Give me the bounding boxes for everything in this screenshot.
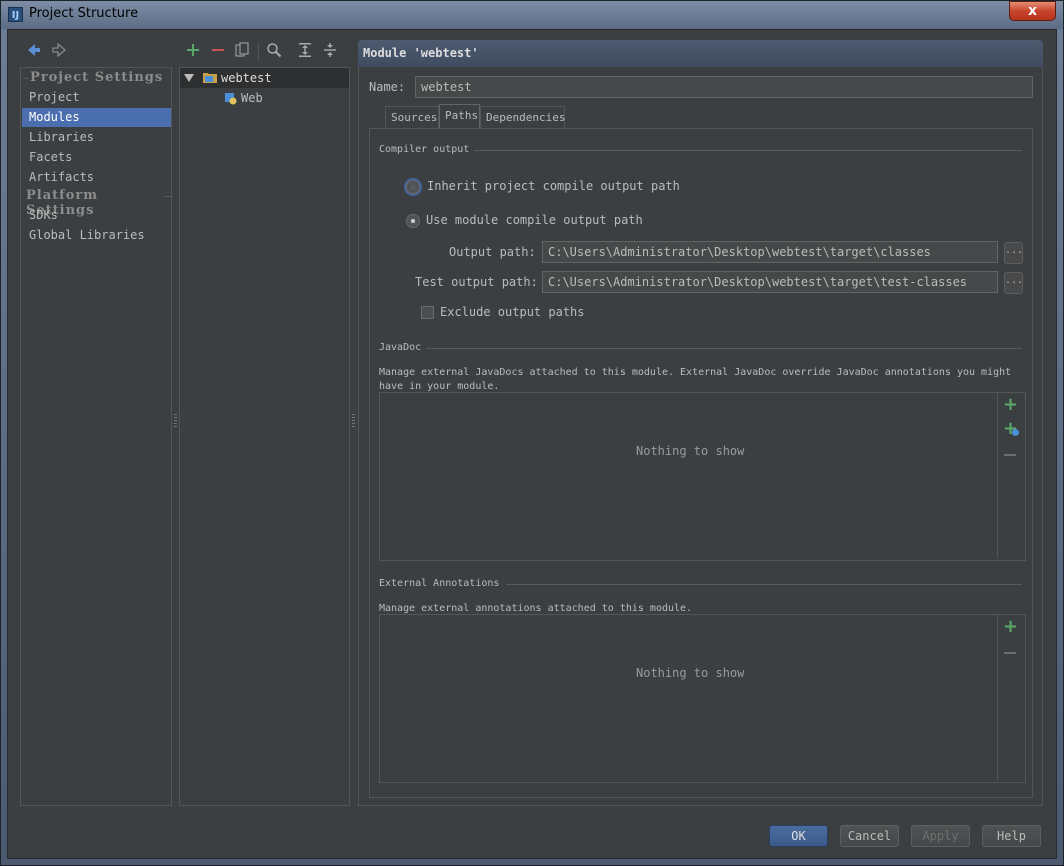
inherit-output-label[interactable]: Inherit project compile output path — [427, 179, 680, 193]
minus-icon[interactable] — [208, 42, 228, 62]
paths-tab-panel: Compiler output Inherit project compile … — [369, 128, 1033, 798]
exclude-output-checkbox[interactable] — [421, 306, 434, 319]
compiler-output-title: Compiler output — [379, 144, 470, 155]
nav-item-global-libraries[interactable]: Global Libraries — [22, 226, 171, 245]
apply-button[interactable]: Apply — [911, 825, 970, 847]
javadoc-title: JavaDoc — [379, 342, 422, 353]
divider — [506, 584, 1022, 585]
nav-item-project[interactable]: Project — [22, 88, 171, 107]
window-title: Project Structure — [29, 6, 139, 21]
annotations-description: Manage external annotations attached to … — [379, 603, 693, 614]
browse-output-path-button[interactable]: ... — [1004, 242, 1023, 264]
tree-item-web[interactable]: Web — [241, 91, 263, 105]
divider — [165, 196, 171, 197]
copy-icon[interactable] — [232, 42, 252, 62]
exclude-output-label[interactable]: Exclude output paths — [440, 305, 585, 319]
name-label: Name: — [369, 80, 406, 94]
module-folder-icon — [202, 71, 218, 84]
tab-paths[interactable]: Paths — [439, 104, 480, 129]
ok-button[interactable]: OK — [769, 825, 828, 847]
annotations-empty-text: Nothing to show — [636, 666, 745, 680]
cancel-button[interactable]: Cancel — [840, 825, 899, 847]
javadoc-empty-text: Nothing to show — [636, 444, 745, 458]
tab-sources[interactable]: Sources — [385, 106, 439, 128]
back-arrow-icon[interactable] — [24, 42, 44, 62]
module-tree: webtest Web — [179, 67, 350, 806]
browse-test-output-path-button[interactable]: ... — [1004, 272, 1023, 294]
title-bar[interactable] — [1, 1, 1063, 29]
divider — [23, 78, 29, 79]
javadoc-list[interactable]: Nothing to show + + — [379, 392, 1026, 561]
inherit-output-radio[interactable] — [406, 180, 420, 194]
add-javadoc-icon[interactable]: + — [1003, 396, 1018, 414]
nav-item-sdks[interactable]: SDKs — [22, 206, 171, 225]
intellij-icon: IJ — [8, 7, 23, 22]
list-toolbar-divider — [997, 393, 998, 558]
divider — [426, 348, 1022, 349]
nav-item-modules[interactable]: Modules — [22, 108, 171, 127]
project-settings-heading: Project Settings — [30, 70, 164, 85]
javadoc-description: Manage external JavaDocs attached to thi… — [379, 367, 1012, 378]
search-icon[interactable] — [264, 42, 284, 62]
toolbar-divider — [258, 44, 259, 60]
add-javadoc-url-icon[interactable]: + — [1003, 420, 1019, 438]
forward-arrow-icon[interactable] — [49, 42, 69, 62]
chevron-down-icon[interactable] — [184, 72, 194, 82]
module-output-label[interactable]: Use module compile output path — [426, 213, 643, 227]
expand-all-icon[interactable] — [295, 42, 315, 62]
divider — [474, 150, 1022, 151]
javadoc-description-cont: have in your module. — [379, 381, 500, 392]
tab-dependencies[interactable]: Dependencies — [480, 106, 565, 128]
help-button[interactable]: Help — [982, 825, 1041, 847]
tree-item-webtest[interactable]: webtest — [221, 71, 272, 85]
splitter-handle[interactable] — [352, 414, 355, 428]
settings-nav: Project Settings Project Modules Librari… — [20, 67, 172, 806]
add-annotation-icon[interactable]: + — [1003, 618, 1018, 636]
list-toolbar-divider — [997, 615, 998, 780]
splitter-handle[interactable] — [174, 414, 177, 428]
nav-item-facets[interactable]: Facets — [22, 148, 171, 167]
module-name-field[interactable]: webtest — [415, 76, 1033, 98]
annotations-list[interactable]: Nothing to show + — [379, 614, 1026, 783]
output-path-field[interactable]: C:\Users\Administrator\Desktop\webtest\t… — [542, 241, 998, 263]
web-facet-icon — [224, 92, 237, 105]
close-button[interactable]: x — [1009, 1, 1056, 21]
nav-item-libraries[interactable]: Libraries — [22, 128, 171, 147]
annotations-title: External Annotations — [379, 578, 500, 589]
test-output-path-label: Test output path: — [415, 275, 538, 289]
module-output-radio[interactable] — [406, 214, 420, 228]
nav-item-artifacts[interactable]: Artifacts — [22, 168, 171, 187]
plus-icon[interactable] — [183, 42, 203, 62]
remove-javadoc-icon[interactable] — [1004, 454, 1016, 456]
test-output-path-field[interactable]: C:\Users\Administrator\Desktop\webtest\t… — [542, 271, 998, 293]
output-path-label: Output path: — [449, 245, 536, 259]
module-header: Module 'webtest' — [358, 40, 1043, 67]
remove-annotation-icon[interactable] — [1004, 652, 1016, 654]
collapse-all-icon[interactable] — [320, 42, 340, 62]
module-editor: Name: webtest Sources Paths Dependencies… — [358, 67, 1043, 806]
